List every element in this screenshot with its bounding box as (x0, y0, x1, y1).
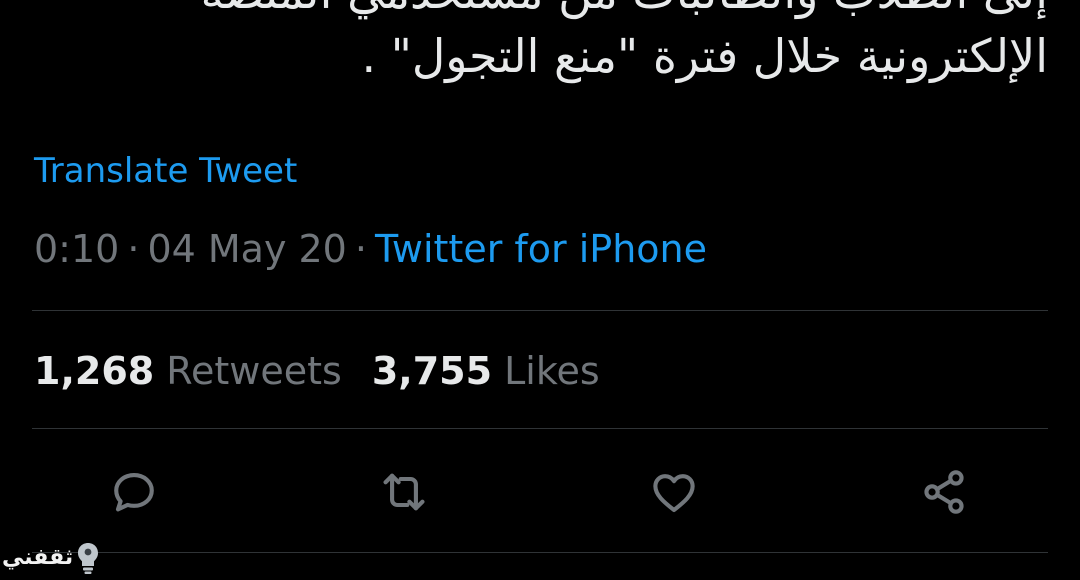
meta-separator: · (354, 227, 367, 271)
watermark-text: ثقفني (2, 545, 74, 570)
tweet-actions-bar (0, 462, 1080, 522)
retweets-label: Retweets (166, 349, 342, 393)
watermark: ثقفني (2, 540, 103, 576)
retweets-stat[interactable]: 1,268 Retweets (34, 348, 342, 394)
retweet-button[interactable] (374, 462, 434, 522)
tweet-time: 0:10 (34, 227, 120, 271)
translate-tweet-link[interactable]: Translate Tweet (34, 150, 297, 192)
reply-icon (114, 473, 154, 512)
like-icon (653, 474, 695, 513)
share-icon (924, 470, 964, 514)
tweet-metadata: 0:10 · 04 May 20 · Twitter for iPhone (34, 226, 707, 272)
tweet-text: إلى الطلاب والطالبات من مستخدمي المنصة ا… (38, 0, 1048, 88)
tweet-source-link[interactable]: Twitter for iPhone (375, 227, 707, 271)
tweet-date: 04 May 20 (147, 227, 347, 271)
retweet-icon (383, 473, 425, 511)
divider (32, 428, 1048, 429)
tweet-text-line: الإلكترونية خلال فترة "منع التجول" . (361, 29, 1048, 83)
retweets-count: 1,268 (34, 349, 155, 393)
share-button[interactable] (914, 462, 974, 522)
likes-stat[interactable]: 3,755 Likes (372, 348, 600, 394)
reply-button[interactable] (104, 462, 164, 522)
meta-separator: · (127, 227, 140, 271)
likes-count: 3,755 (371, 349, 493, 393)
divider (32, 552, 1048, 553)
lightbulb-logo-icon (78, 543, 99, 574)
divider (32, 310, 1048, 311)
engagement-stats: 1,268 Retweets 3,755 Likes (34, 348, 600, 394)
like-button[interactable] (644, 462, 704, 522)
tweet-text-line: إلى الطلاب والطالبات من مستخدمي المنصة (38, 0, 1048, 24)
likes-label: Likes (504, 349, 600, 393)
